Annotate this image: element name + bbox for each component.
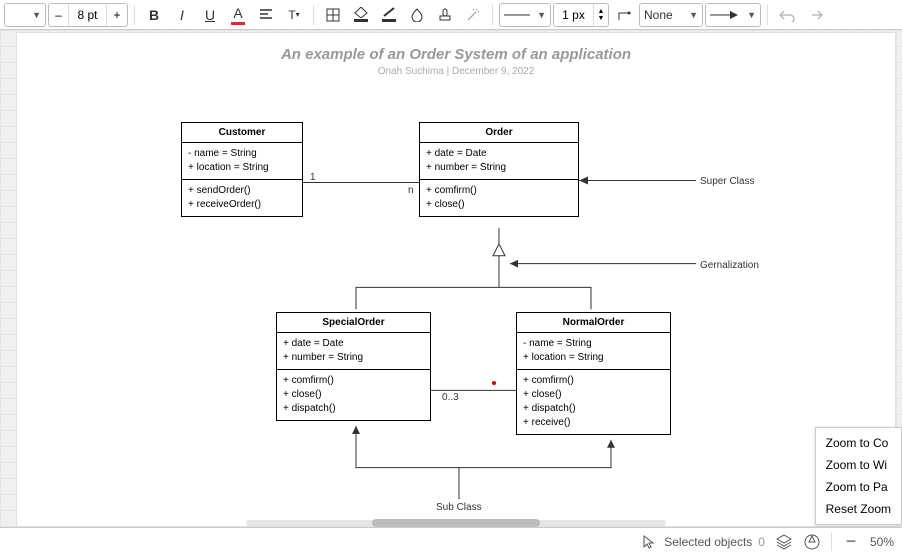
label-sub-class: Sub Class: [436, 502, 482, 513]
connectors: [16, 32, 896, 527]
layers-icon[interactable]: [775, 533, 793, 551]
fill-color-swatch: [354, 19, 368, 22]
font-size-stepper[interactable]: – 8 pt +: [48, 3, 128, 27]
class-normal-attrs: - name = String + location = String: [517, 333, 670, 370]
selected-objects-label: Selected objects: [664, 535, 752, 549]
connector-type-button[interactable]: [611, 3, 637, 27]
font-color-button[interactable]: A: [225, 3, 251, 27]
horizontal-scrollbar[interactable]: [246, 517, 666, 527]
line-style-select[interactable]: ▼: [499, 3, 551, 27]
italic-button[interactable]: I: [169, 3, 195, 27]
zoom-menu: Zoom to Co Zoom to Wi Zoom to Pa Reset Z…: [815, 427, 902, 525]
cursor-icon: [640, 533, 658, 551]
separator: [831, 533, 832, 551]
font-size-increase[interactable]: +: [107, 4, 127, 26]
font-size-value[interactable]: 8 pt: [69, 4, 107, 26]
shape-insert-button[interactable]: [320, 3, 346, 27]
line-end-select[interactable]: ▼: [705, 3, 761, 27]
class-order-attrs: + date = Date + number = String: [420, 143, 578, 180]
class-customer-name: Customer: [182, 123, 302, 143]
stamp-button[interactable]: [432, 3, 458, 27]
anchor-icon[interactable]: [803, 533, 821, 551]
chevron-down-icon: ▼: [747, 10, 756, 20]
line-color-swatch: [382, 19, 396, 22]
canvas[interactable]: An example of an Order System of an appl…: [0, 30, 902, 527]
line-color-button[interactable]: [376, 3, 402, 27]
zoom-select[interactable]: ▼: [4, 3, 46, 27]
multiplicity-03: 0..3: [442, 392, 459, 403]
class-order-name: Order: [420, 123, 578, 143]
zoom-menu-reset[interactable]: Reset Zoom: [816, 498, 901, 520]
class-order-ops: + comfirm() + close(): [420, 180, 578, 216]
class-order[interactable]: Order + date = Date + number = String + …: [419, 122, 579, 217]
class-specialorder[interactable]: SpecialOrder + date = Date + number = St…: [276, 312, 431, 421]
class-normalorder[interactable]: NormalOrder - name = String + location =…: [516, 312, 671, 435]
class-normal-name: NormalOrder: [517, 313, 670, 333]
line-width-spinner[interactable]: ▲▼: [594, 4, 608, 26]
warning-dot-icon: [492, 381, 496, 385]
zoom-menu-width[interactable]: Zoom to Wi: [816, 454, 901, 476]
font-color-swatch: [231, 22, 245, 25]
underline-button[interactable]: U: [197, 3, 223, 27]
separator: [492, 5, 493, 25]
zoom-out-button[interactable]: −: [842, 533, 860, 551]
separator: [134, 5, 135, 25]
scrollbar-thumb[interactable]: [372, 519, 540, 527]
magic-button[interactable]: [460, 3, 486, 27]
text-type-button[interactable]: T▾: [281, 3, 307, 27]
line-width-value[interactable]: 1 px: [554, 4, 594, 26]
label-super-class: Super Class: [700, 176, 754, 187]
opacity-button[interactable]: [404, 3, 430, 27]
fill-color-button[interactable]: [348, 3, 374, 27]
chevron-down-icon: ▼: [32, 10, 41, 20]
line-start-select[interactable]: None ▼: [639, 3, 703, 27]
class-customer-ops: + sendOrder() + receiveOrder(): [182, 180, 302, 216]
class-special-name: SpecialOrder: [277, 313, 430, 333]
separator: [767, 5, 768, 25]
align-button[interactable]: [253, 3, 279, 27]
zoom-menu-content[interactable]: Zoom to Co: [816, 432, 901, 454]
multiplicity-n: n: [408, 185, 414, 196]
bold-button[interactable]: B: [141, 3, 167, 27]
class-special-attrs: + date = Date + number = String: [277, 333, 430, 370]
selected-objects-chip[interactable]: Selected objects 0: [640, 533, 765, 551]
selected-objects-count: 0: [758, 535, 765, 549]
class-customer-attrs: - name = String + location = String: [182, 143, 302, 180]
class-special-ops: + comfirm() + close() + dispatch(): [277, 370, 430, 420]
line-width-stepper[interactable]: 1 px ▲▼: [553, 3, 609, 27]
font-color-letter: A: [233, 5, 242, 21]
status-bar: Selected objects 0 − 50%: [0, 527, 902, 555]
toolbar: ▼ – 8 pt + B I U A T▾ ▼ 1 px: [0, 0, 902, 30]
zoom-menu-page[interactable]: Zoom to Pa: [816, 476, 901, 498]
multiplicity-one: 1: [310, 172, 316, 183]
zoom-value[interactable]: 50%: [870, 535, 894, 549]
separator: [313, 5, 314, 25]
undo-button[interactable]: [774, 3, 800, 27]
line-start-label: None: [644, 8, 673, 22]
label-generalization: Gernalization: [700, 260, 759, 271]
class-customer[interactable]: Customer - name = String + location = St…: [181, 122, 303, 217]
page[interactable]: An example of an Order System of an appl…: [16, 32, 896, 527]
redo-button[interactable]: [802, 3, 828, 27]
chevron-down-icon: ▼: [537, 10, 546, 20]
chevron-down-icon: ▼: [689, 10, 698, 20]
font-size-decrease[interactable]: –: [49, 4, 69, 26]
class-normal-ops: + comfirm() + close() + dispatch() + rec…: [517, 370, 670, 434]
